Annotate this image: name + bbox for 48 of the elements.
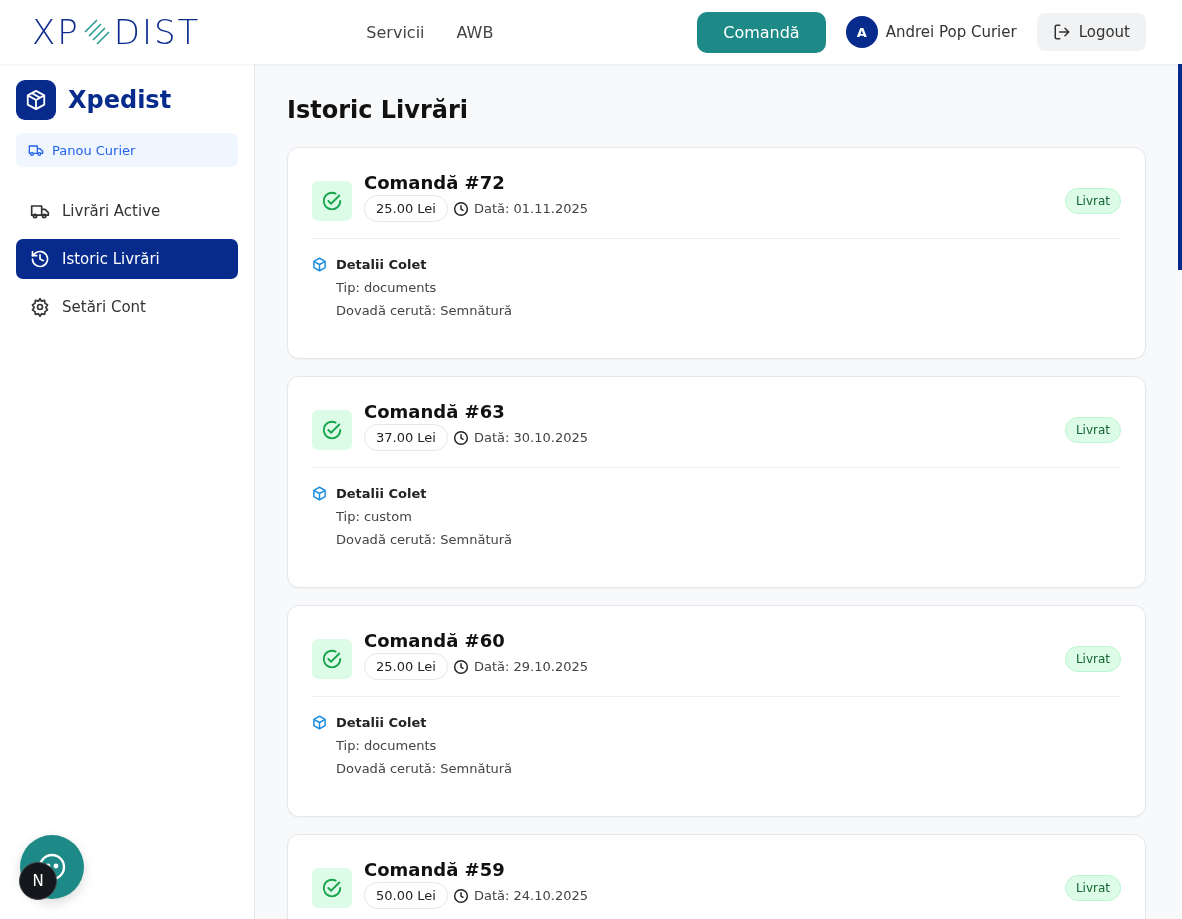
- role-label: Panou Curier: [52, 142, 136, 158]
- order-title: Comandă #63: [364, 401, 506, 422]
- logout-icon: [1052, 23, 1071, 41]
- clock-icon: [453, 658, 469, 675]
- truck-icon: [28, 142, 44, 158]
- package-type: Tip: documents: [335, 280, 438, 295]
- proof-required: Dovadă cerută: Semnătură: [335, 532, 514, 547]
- package-type: Tip: documents: [335, 738, 438, 753]
- details-title: Detalii Colet: [336, 715, 427, 730]
- details-title: Detalii Colet: [336, 257, 427, 272]
- status-badge: Livrat: [1064, 417, 1121, 443]
- package-icon: [312, 715, 327, 730]
- settings-icon: [30, 297, 50, 317]
- logo-text: DIST: [113, 12, 201, 52]
- proof-required: Dovadă cerută: Semnătură: [335, 761, 514, 776]
- details-title: Detalii Colet: [336, 486, 427, 501]
- package-type: Tip: custom: [335, 509, 413, 524]
- package-icon: [312, 257, 327, 272]
- sidebar-item[interactable]: Livrări Active: [16, 191, 238, 231]
- order-date: Dată: 01.11.2025: [474, 201, 588, 216]
- user-name: Andrei Pop Curier: [885, 23, 1017, 41]
- order-date: Dată: 24.10.2025: [474, 888, 588, 903]
- clock-icon: [453, 200, 469, 217]
- status-badge: Livrat: [1064, 875, 1121, 901]
- order-date: Dată: 30.10.2025: [474, 430, 588, 445]
- logo-text: XP: [32, 12, 80, 52]
- status-badge: Livrat: [1064, 188, 1121, 214]
- nav-link[interactable]: AWB: [456, 22, 494, 42]
- package-icon: [312, 486, 327, 501]
- history-icon: [30, 249, 50, 269]
- order-date: Dată: 29.10.2025: [474, 659, 588, 674]
- brand-name: Xpedist: [68, 86, 172, 114]
- sidebar-item[interactable]: Istoric Livrări: [16, 239, 238, 279]
- order-title: Comandă #59: [364, 859, 506, 880]
- user-avatar: A: [845, 16, 878, 48]
- order-title: Comandă #60: [364, 630, 506, 651]
- status-badge: Livrat: [1064, 646, 1121, 672]
- proof-required: Dovadă cerută: Semnătură: [335, 303, 514, 318]
- order-button[interactable]: Comandă: [697, 11, 826, 53]
- scrollbar[interactable]: [1178, 64, 1182, 270]
- sidebar-item[interactable]: Setări Cont: [16, 287, 238, 327]
- logout-button[interactable]: Logout: [1036, 13, 1146, 51]
- page-title: Istoric Livrări: [287, 96, 470, 124]
- package-logo-icon: [16, 80, 56, 120]
- clock-icon: [453, 429, 469, 446]
- clock-icon: [453, 887, 469, 904]
- order-title: Comandă #72: [364, 172, 506, 193]
- nav-link[interactable]: Servicii: [366, 22, 425, 42]
